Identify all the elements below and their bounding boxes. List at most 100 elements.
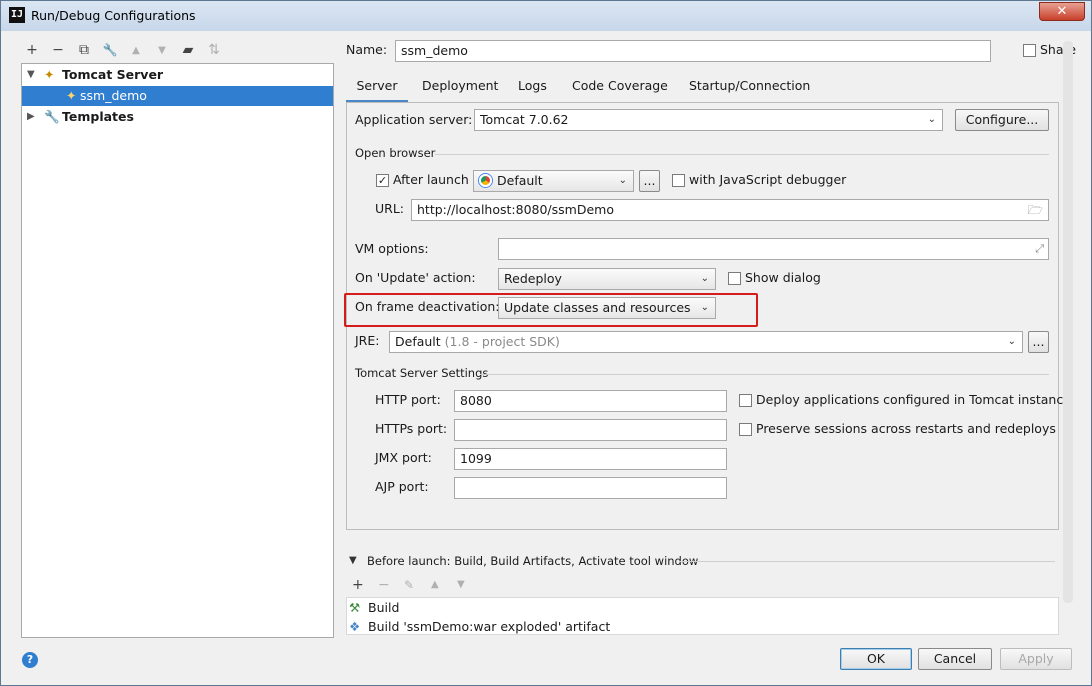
vm-options-input[interactable]: ⤢ bbox=[498, 238, 1049, 260]
url-input[interactable]: http://localhost:8080/ssmDemo 🗁 bbox=[411, 199, 1049, 221]
title-bar[interactable]: IJ Run/Debug Configurations ✕ bbox=[1, 1, 1091, 31]
help-icon[interactable]: ? bbox=[22, 652, 38, 668]
wrench-icon[interactable]: 🔧 bbox=[99, 39, 121, 61]
folder-icon[interactable]: ▰ bbox=[177, 39, 199, 61]
tomcat-icon: ✦ bbox=[66, 88, 77, 103]
window-title: Run/Debug Configurations bbox=[31, 8, 196, 23]
vm-options-label: VM options: bbox=[355, 241, 429, 256]
name-input[interactable]: ssm_demo bbox=[395, 40, 991, 62]
folder-icon[interactable]: 🗁 bbox=[1027, 200, 1043, 220]
jre-label: JRE: bbox=[355, 333, 380, 348]
configuration-tree: ▼ ✦ Tomcat Server ✦ ssm_demo ▶ 🔧 Templat… bbox=[21, 63, 334, 638]
before-launch-title[interactable]: Before launch: Build, Build Artifacts, A… bbox=[367, 554, 698, 568]
browser-dropdown[interactable]: Default ⌄ bbox=[473, 170, 634, 192]
list-item-label: Build bbox=[368, 600, 400, 615]
list-item-label: Build 'ssmDemo:war exploded' artifact bbox=[368, 619, 611, 634]
divider bbox=[435, 154, 1049, 155]
share-checkbox[interactable] bbox=[1023, 44, 1036, 57]
tree-item-templates[interactable]: ▶ 🔧 Templates bbox=[22, 107, 333, 127]
ok-button[interactable]: OK bbox=[840, 648, 912, 670]
close-button[interactable]: ✕ bbox=[1039, 2, 1085, 21]
cancel-button[interactable]: Cancel bbox=[918, 648, 992, 670]
tomcat-settings-title: Tomcat Server Settings bbox=[355, 366, 489, 380]
tab-logs[interactable]: Logs bbox=[518, 73, 547, 102]
tree-item-tomcat-server[interactable]: ▼ ✦ Tomcat Server bbox=[22, 65, 333, 85]
jre-dropdown[interactable]: Default (1.8 - project SDK) ⌄ bbox=[389, 331, 1023, 353]
jmx-port-label: JMX port: bbox=[375, 450, 432, 465]
apply-button[interactable]: Apply bbox=[1000, 648, 1072, 670]
http-port-input[interactable]: 8080 bbox=[454, 390, 727, 412]
tomcat-icon: ✦ bbox=[44, 67, 55, 82]
app-server-value: Tomcat 7.0.62 bbox=[480, 112, 569, 127]
tab-code-coverage[interactable]: Code Coverage bbox=[572, 73, 668, 102]
tab-deployment[interactable]: Deployment bbox=[422, 73, 498, 102]
dialog-window: IJ Run/Debug Configurations ✕ + − ⧉ 🔧 ▲ … bbox=[0, 0, 1092, 686]
tree-item-ssm-demo[interactable]: ✦ ssm_demo bbox=[22, 86, 333, 106]
wrench-icon: 🔧 bbox=[44, 109, 60, 124]
app-server-dropdown[interactable]: Tomcat 7.0.62 ⌄ bbox=[474, 109, 943, 131]
intellij-icon: IJ bbox=[9, 7, 25, 23]
on-update-label: On 'Update' action: bbox=[355, 270, 476, 285]
expand-icon[interactable]: ⤢ bbox=[1035, 239, 1044, 259]
chevron-down-icon: ⌄ bbox=[700, 273, 709, 284]
divider bbox=[480, 374, 1049, 375]
show-dialog-label: Show dialog bbox=[745, 270, 821, 285]
url-label: URL: bbox=[375, 201, 405, 216]
sort-icon[interactable]: ⇅ bbox=[203, 39, 225, 61]
divider bbox=[679, 561, 1055, 562]
configure-button[interactable]: Configure... bbox=[955, 109, 1049, 131]
ajp-port-input[interactable] bbox=[454, 477, 727, 499]
js-debugger-label: with JavaScript debugger bbox=[689, 172, 847, 187]
vertical-scrollbar[interactable] bbox=[1063, 41, 1073, 603]
https-port-label: HTTPs port: bbox=[375, 421, 448, 436]
chevron-down-icon: ⌄ bbox=[927, 114, 936, 125]
chevron-right-icon[interactable]: ▶ bbox=[27, 107, 35, 127]
jmx-port-input[interactable]: 1099 bbox=[454, 448, 727, 470]
name-label: Name: bbox=[346, 42, 388, 57]
red-highlight-box bbox=[344, 293, 758, 327]
jre-value: Default bbox=[395, 334, 441, 349]
tab-server[interactable]: Server bbox=[346, 73, 408, 102]
add-icon[interactable]: + bbox=[21, 39, 43, 61]
url-value: http://localhost:8080/ssmDemo bbox=[417, 202, 614, 217]
jre-hint: (1.8 - project SDK) bbox=[444, 334, 560, 349]
deploy-apps-checkbox[interactable] bbox=[739, 394, 752, 407]
deploy-apps-label: Deploy applications configured in Tomcat… bbox=[756, 392, 1071, 407]
after-launch-checkbox[interactable]: ✓ bbox=[376, 174, 389, 187]
app-server-label: Application server: bbox=[355, 112, 473, 127]
config-toolbar: + − ⧉ 🔧 ▲ ▼ ▰ ⇅ bbox=[21, 39, 225, 61]
move-down-icon[interactable]: ▼ bbox=[457, 576, 465, 594]
remove-icon[interactable]: − bbox=[47, 39, 69, 61]
chevron-down-icon[interactable]: ▼ bbox=[27, 65, 35, 85]
js-debugger-checkbox[interactable] bbox=[672, 174, 685, 187]
preserve-sessions-checkbox[interactable] bbox=[739, 423, 752, 436]
preserve-sessions-label: Preserve sessions across restarts and re… bbox=[756, 421, 1056, 436]
https-port-input[interactable] bbox=[454, 419, 727, 441]
show-dialog-checkbox[interactable] bbox=[728, 272, 741, 285]
on-update-value: Redeploy bbox=[504, 271, 562, 286]
move-down-icon[interactable]: ▼ bbox=[151, 39, 173, 61]
ajp-port-label: AJP port: bbox=[375, 479, 429, 494]
jre-more-button[interactable]: ... bbox=[1028, 331, 1049, 353]
copy-icon[interactable]: ⧉ bbox=[73, 39, 95, 61]
hammer-icon: ⚒ bbox=[349, 600, 361, 615]
add-icon[interactable]: + bbox=[352, 576, 364, 594]
tab-bar: Server Deployment Logs Code Coverage Sta… bbox=[346, 73, 1059, 102]
browser-more-button[interactable]: ... bbox=[639, 170, 660, 192]
chevron-down-icon[interactable]: ▼ bbox=[349, 552, 357, 570]
http-port-label: HTTP port: bbox=[375, 392, 441, 407]
edit-icon[interactable]: ✎ bbox=[404, 576, 414, 594]
tab-startup-connection[interactable]: Startup/Connection bbox=[689, 73, 810, 102]
on-update-dropdown[interactable]: Redeploy ⌄ bbox=[498, 268, 716, 290]
move-up-icon[interactable]: ▲ bbox=[431, 576, 439, 594]
tree-item-label: ssm_demo bbox=[80, 88, 147, 103]
chevron-down-icon: ⌄ bbox=[618, 175, 627, 186]
tree-item-label: Templates bbox=[62, 109, 134, 124]
move-up-icon[interactable]: ▲ bbox=[125, 39, 147, 61]
after-launch-label: After launch bbox=[393, 172, 469, 187]
tree-item-label: Tomcat Server bbox=[62, 67, 164, 82]
chevron-down-icon: ⌄ bbox=[1007, 336, 1016, 347]
remove-icon[interactable]: − bbox=[378, 576, 390, 594]
before-launch-list: ⚒ Build ❖ Build 'ssmDemo:war exploded' a… bbox=[346, 597, 1059, 635]
open-browser-title: Open browser bbox=[355, 146, 436, 160]
